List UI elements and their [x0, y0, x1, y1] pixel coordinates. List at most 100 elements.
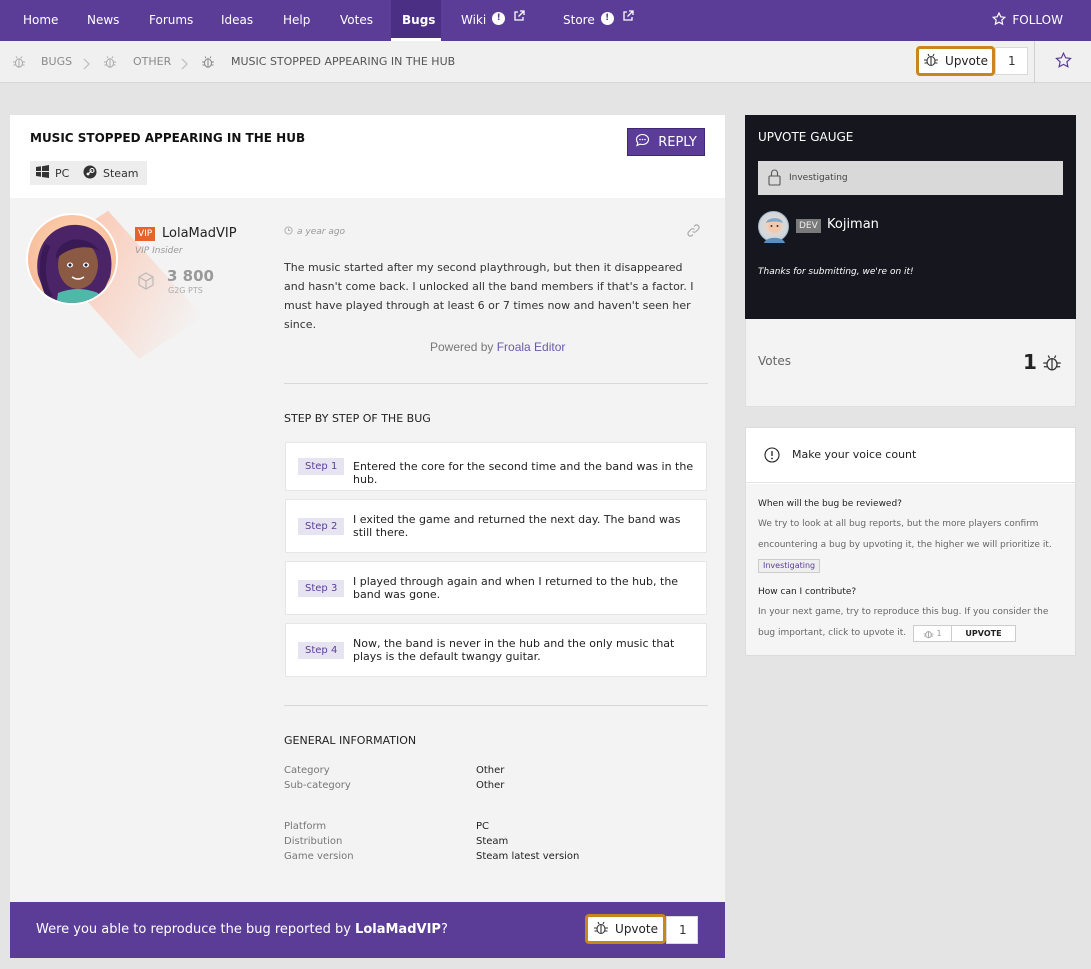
- points-icon: [136, 271, 156, 295]
- windows-icon: [36, 165, 49, 181]
- mini-count: 1: [936, 629, 942, 638]
- nav-home[interactable]: Home: [12, 0, 69, 41]
- bug-icon: [103, 54, 117, 73]
- avatar[interactable]: [758, 211, 789, 243]
- points-label: G2G PTS: [168, 286, 203, 295]
- reproduce-suffix: ?: [440, 922, 448, 937]
- post-time: a year ago: [284, 226, 345, 237]
- step-text: I exited the game and returned the next …: [353, 513, 681, 539]
- nav-help[interactable]: Help: [272, 0, 321, 41]
- gauge-title: UPVOTE GAUGE: [758, 130, 854, 144]
- tag-label: Steam: [103, 166, 139, 180]
- reply-button[interactable]: REPLY: [627, 128, 705, 156]
- nav-wiki[interactable]: Wiki!: [450, 0, 536, 41]
- nav-label: Votes: [340, 13, 373, 27]
- votes-label: Votes: [758, 354, 791, 368]
- mini-upvote-button[interactable]: 1 UPVOTE: [913, 625, 1016, 642]
- dev-message: Thanks for submitting, we're on it!: [758, 267, 914, 277]
- star-icon: [992, 11, 1012, 27]
- nav-ideas[interactable]: Ideas: [210, 0, 264, 41]
- nav-label: Store: [563, 13, 595, 27]
- breadcrumb-bugs[interactable]: BUGS: [41, 41, 72, 83]
- votes-count: 1: [1023, 350, 1037, 374]
- post-body: The music started after my second playth…: [284, 261, 694, 331]
- reply-label: REPLY: [658, 134, 697, 150]
- nav-votes[interactable]: Votes: [329, 0, 384, 41]
- upvote-label: Upvote: [615, 922, 658, 936]
- bug-icon: [924, 630, 934, 638]
- info-key: Sub-category: [284, 780, 351, 791]
- faq-question: When will the bug be reviewed?: [758, 499, 902, 509]
- step-item: Step 3 I played through again and when I…: [285, 561, 707, 615]
- reproduce-question: Were you able to reproduce the bug repor…: [36, 922, 448, 937]
- breadcrumb-other[interactable]: OTHER: [133, 41, 171, 83]
- gauge-status: Investigating: [758, 161, 1063, 195]
- nav-label: News: [87, 13, 120, 27]
- powered-by: Powered by Froala Editor: [430, 340, 565, 354]
- dev-badge: DEV: [796, 219, 821, 233]
- info-value: Steam: [476, 836, 509, 847]
- step-text: Entered the core for the second time and…: [353, 460, 694, 486]
- follow-label: FOLLOW: [1012, 13, 1063, 27]
- time-label: a year ago: [297, 227, 346, 237]
- platform-tag: PC: [30, 161, 78, 185]
- reproduce-prefix: Were you able to reproduce the bug repor…: [36, 922, 356, 937]
- step-item: Step 4 Now, the band is never in the hub…: [285, 623, 707, 677]
- step-item: Step 1 Entered the core for the second t…: [285, 442, 707, 491]
- nav-label: Forums: [149, 13, 194, 27]
- info-key: Category: [284, 765, 330, 776]
- distribution-tag: Steam: [77, 161, 147, 185]
- external-link-icon: [622, 0, 634, 39]
- mini-upvote-label: UPVOTE: [965, 629, 1002, 638]
- votes-summary: Votes 1: [745, 319, 1076, 407]
- nav-label: Wiki: [461, 13, 487, 27]
- divider: [284, 383, 708, 384]
- step-label: Step 4: [298, 642, 345, 659]
- post-header: MUSIC STOPPED APPEARING IN THE HUB PC St…: [10, 115, 725, 198]
- step-label: Step 2: [298, 518, 345, 535]
- reproduce-user[interactable]: LolaMadVIP: [355, 922, 441, 937]
- steps-title: STEP BY STEP OF THE BUG: [284, 412, 431, 425]
- nav-label: Help: [283, 13, 311, 27]
- nav-store[interactable]: Store!: [552, 0, 645, 41]
- step-label: Step 3: [298, 580, 345, 597]
- nav-label: Ideas: [221, 13, 254, 27]
- upvote-button[interactable]: Upvote: [916, 46, 995, 76]
- bug-icon: [1042, 354, 1062, 376]
- dev-name[interactable]: Kojiman: [827, 217, 879, 232]
- nav-news[interactable]: News: [76, 0, 130, 41]
- divider: [284, 705, 708, 706]
- upvote-button[interactable]: Upvote: [585, 914, 666, 944]
- avatar[interactable]: [26, 213, 118, 305]
- page-title: MUSIC STOPPED APPEARING IN THE HUB: [30, 131, 306, 145]
- nav-forums[interactable]: Forums: [138, 0, 204, 41]
- voice-body: When will the bug be reviewed? We try to…: [746, 484, 1075, 655]
- external-link-icon: [513, 0, 525, 39]
- bug-icon: [12, 54, 26, 73]
- breadcrumb: BUGS OTHER MUSIC STOPPED APPEARING IN TH…: [0, 41, 1091, 83]
- nav-bugs[interactable]: Bugs: [391, 0, 441, 41]
- reproduce-bar: Were you able to reproduce the bug repor…: [10, 902, 725, 958]
- permalink-icon[interactable]: [686, 223, 701, 242]
- upvote-gauge: UPVOTE GAUGE Investigating DEV Kojiman T…: [745, 115, 1076, 319]
- faq-answer-text: We try to look at all bug reports, but t…: [758, 519, 1052, 550]
- favorite-button[interactable]: [1034, 41, 1091, 83]
- upvote-count: 1: [666, 916, 698, 944]
- info-icon: [764, 447, 780, 467]
- follow-button[interactable]: FOLLOW: [992, 0, 1063, 41]
- step-text: I played through again and when I return…: [353, 575, 679, 601]
- bug-icon: [201, 54, 215, 73]
- comment-icon: [635, 133, 650, 151]
- author-name[interactable]: LolaMadVIP: [162, 226, 237, 241]
- star-icon: [1054, 51, 1072, 73]
- mini-upvote-count: 1: [914, 626, 952, 641]
- steam-icon: [83, 165, 97, 182]
- froala-link[interactable]: Froala Editor: [497, 340, 566, 354]
- alert-icon: !: [492, 12, 506, 25]
- chevron-right-icon: [82, 55, 90, 74]
- clock-icon: [284, 226, 293, 235]
- voice-header: Make your voice count: [746, 428, 1075, 483]
- bug-icon: [923, 53, 939, 70]
- tag-label: PC: [55, 166, 70, 180]
- vip-badge: VIP: [135, 227, 156, 241]
